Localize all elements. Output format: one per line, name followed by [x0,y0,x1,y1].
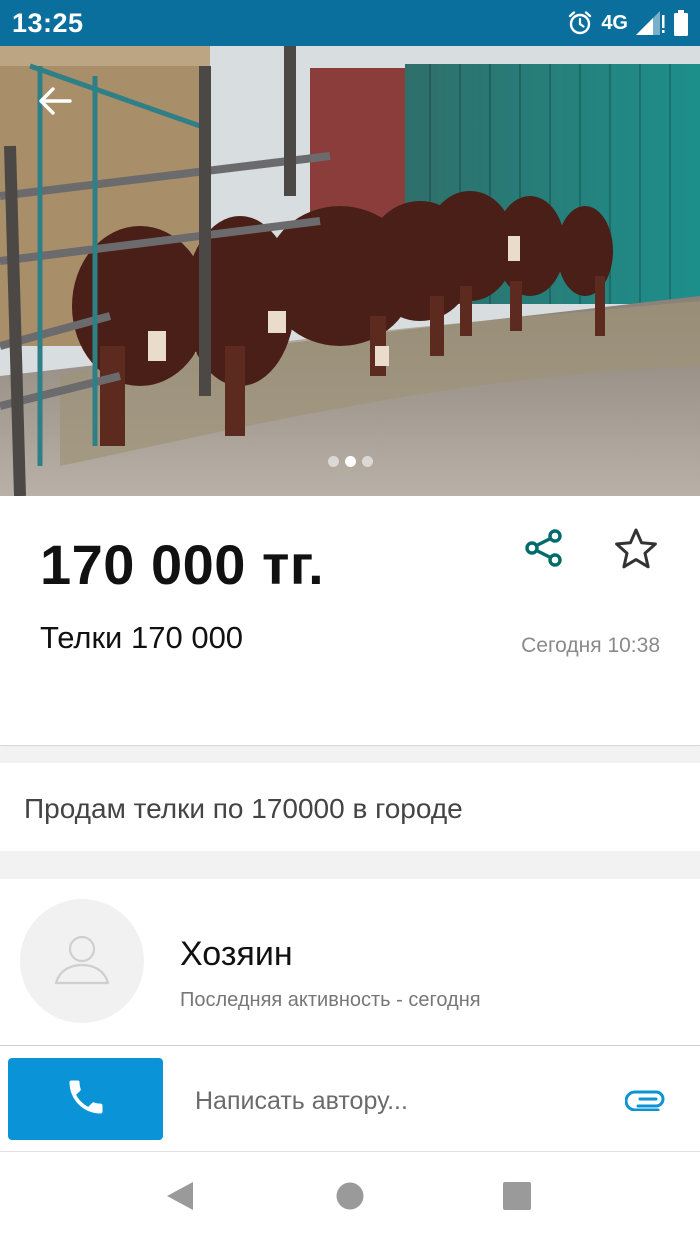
call-button[interactable] [8,1058,163,1140]
carousel-dot[interactable] [327,456,339,467]
star-outline-icon [614,527,658,574]
section-divider [0,747,700,763]
description-text: Продам телки по 170000 в городе [24,793,463,824]
nav-back-icon [165,1180,195,1217]
status-time: 13:25 [12,8,84,38]
section-divider [0,851,700,879]
status-icons: 4G [567,6,688,40]
carousel-indicator [0,456,700,467]
favorite-button[interactable] [610,524,662,576]
message-bar [0,1045,700,1151]
listing-photo[interactable] [0,46,700,496]
network-type: 4G [601,11,628,34]
paperclip-icon [624,1089,667,1116]
back-button[interactable] [28,78,82,124]
phone-icon [64,1075,108,1124]
alarm-icon [567,10,593,36]
seller-name: Хозяин [180,935,293,973]
price: 170 000 тг. [40,533,325,596]
status-bar: 13:25 4G [0,0,700,46]
battery-icon [674,10,688,36]
arrow-back-icon [38,86,72,116]
seller-activity: Последняя активность - сегодня [180,989,481,1011]
message-input[interactable] [180,1066,590,1136]
avatar[interactable] [20,899,144,1023]
description-section: Продам телки по 170000 в городе [0,763,700,851]
nav-home-button[interactable] [330,1178,370,1218]
carousel-dot[interactable] [361,456,373,467]
share-icon [524,528,564,573]
nav-back-button[interactable] [160,1178,200,1218]
nav-home-icon [335,1181,365,1216]
posted-time: Сегодня 10:38 [521,634,660,657]
user-placeholder-icon [50,927,114,996]
attach-button[interactable] [620,1082,672,1122]
price-card: 170 000 тг. Телки 170 000 Сегодня 10:38 [0,496,700,746]
nav-recents-button[interactable] [497,1178,537,1218]
share-button[interactable] [518,524,570,576]
seller-section[interactable]: Хозяин Последняя активность - сегодня [0,879,700,1045]
nav-recents-icon [502,1181,532,1216]
cattle-photo-illustration [0,46,700,496]
signal-icon [636,11,666,35]
listing-title: Телки 170 000 [40,620,244,655]
system-nav-bar [0,1151,700,1244]
carousel-dot-active[interactable] [344,456,356,467]
